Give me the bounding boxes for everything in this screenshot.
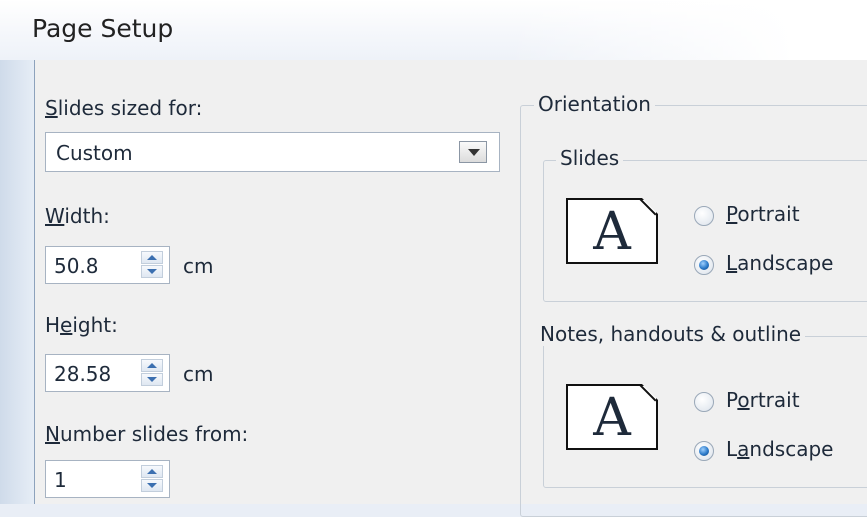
- slides-landscape-rest: andscape: [737, 251, 834, 275]
- notes-landscape-accel: a: [737, 437, 750, 461]
- slides-orientation-title: Slides: [556, 146, 624, 170]
- slides-portrait-radio[interactable]: [694, 206, 714, 226]
- notes-landscape-prefix: L: [726, 437, 738, 461]
- notes-portrait-rest: rtrait: [749, 388, 800, 412]
- notes-portrait-radio[interactable]: [694, 392, 714, 412]
- width-value: 50.8: [54, 254, 99, 278]
- notes-portrait-accel: o: [737, 388, 750, 412]
- spin-up-icon[interactable]: [141, 465, 163, 478]
- height-label: Height:: [45, 313, 118, 337]
- number-slides-from-value: 1: [54, 468, 67, 492]
- spin-down-icon[interactable]: [141, 373, 163, 386]
- slides-landscape-label[interactable]: Landscape: [726, 251, 833, 275]
- notes-portrait-prefix: P: [726, 388, 738, 412]
- page-letter: A: [593, 388, 631, 448]
- notes-orientation-title: Notes, handouts & outline: [536, 322, 806, 346]
- number-spin-arrows: [141, 465, 163, 493]
- slides-sized-for-rest: lides sized for:: [57, 96, 203, 120]
- width-rest: idth:: [64, 204, 110, 228]
- orientation-title: Orientation: [534, 92, 655, 116]
- window-title: Page Setup: [32, 14, 174, 43]
- height-value: 28.58: [54, 362, 112, 386]
- chevron-down-icon[interactable]: [459, 141, 487, 163]
- slides-landscape-radio[interactable]: [694, 255, 714, 275]
- slides-sized-for-label: Slides sized for:: [45, 96, 202, 120]
- title-bar: Page Setup: [0, 0, 867, 60]
- notes-landscape-label[interactable]: Landscape: [726, 437, 833, 461]
- height-prefix: H: [45, 313, 61, 337]
- height-unit: cm: [183, 362, 214, 386]
- landscape-page-icon: A: [566, 384, 658, 450]
- spin-down-icon[interactable]: [141, 479, 163, 492]
- notes-portrait-label[interactable]: Portrait: [726, 388, 800, 412]
- height-spin-arrows: [141, 359, 163, 387]
- height-rest: ight:: [72, 313, 118, 337]
- notes-landscape-radio[interactable]: [694, 441, 714, 461]
- width-spinner[interactable]: 50.8: [45, 246, 170, 284]
- width-spin-arrows: [141, 251, 163, 279]
- spin-up-icon[interactable]: [141, 251, 163, 264]
- spin-up-icon[interactable]: [141, 359, 163, 372]
- window-frame: [0, 60, 34, 504]
- slides-sized-for-accel: S: [45, 96, 58, 120]
- slides-sized-for-value: Custom: [56, 141, 133, 165]
- slides-portrait-label[interactable]: Portrait: [726, 202, 800, 226]
- number-slides-from-label: Number slides from:: [45, 422, 248, 446]
- number-slides-rest: umber slides from:: [59, 422, 249, 446]
- height-spinner[interactable]: 28.58: [45, 354, 170, 392]
- height-accel: e: [60, 313, 73, 337]
- width-label: Width:: [45, 204, 110, 228]
- page-letter: A: [593, 202, 631, 262]
- slides-sized-for-dropdown[interactable]: Custom: [45, 132, 500, 172]
- landscape-page-icon: A: [566, 198, 658, 264]
- number-slides-from-spinner[interactable]: 1: [45, 460, 170, 498]
- slides-portrait-rest: ortrait: [737, 202, 800, 226]
- number-slides-accel: N: [45, 422, 60, 446]
- notes-landscape-rest: ndscape: [749, 437, 834, 461]
- slides-portrait-accel: P: [726, 202, 738, 226]
- width-accel: W: [45, 204, 65, 228]
- spin-down-icon[interactable]: [141, 265, 163, 278]
- width-unit: cm: [183, 254, 214, 278]
- slides-landscape-accel: L: [726, 251, 738, 275]
